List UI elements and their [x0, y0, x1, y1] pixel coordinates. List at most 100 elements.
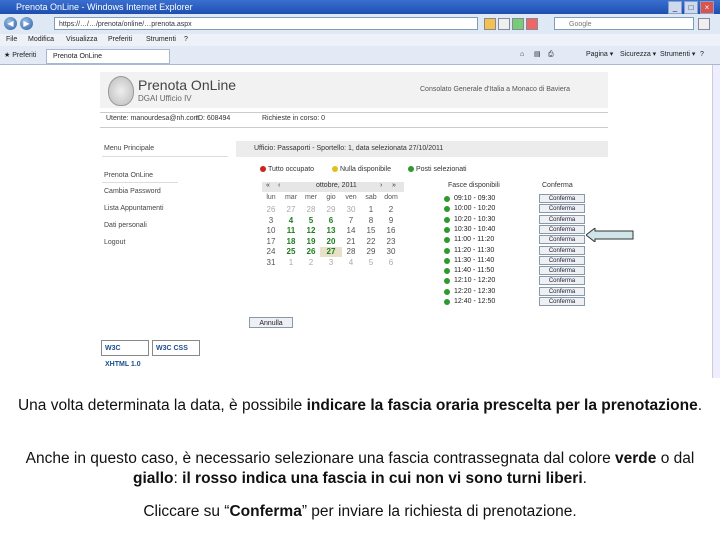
confirm-button[interactable]: Conferma — [539, 214, 585, 224]
sidebar-item-personal-data[interactable]: Dati personali — [104, 222, 147, 229]
slot-time: 12:10 - 12:20 — [454, 277, 496, 285]
cancel-button[interactable]: Annulla — [249, 317, 293, 328]
brand-subtitle: DGAI Ufficio IV — [138, 94, 192, 103]
confirm-button[interactable]: Conferma — [539, 255, 585, 265]
weekday-label: mar — [284, 194, 298, 201]
selection-info: Ufficio: Passaporti - Sportello: 1, data… — [254, 145, 444, 152]
sidebar-item-logout[interactable]: Logout — [104, 239, 125, 246]
slot-row: 09:10 - 09:30 Conferma — [442, 194, 588, 204]
w3c-xhtml-badge[interactable]: W3C XHTML 1.0 — [101, 340, 149, 368]
prev-icon[interactable]: ‹ — [278, 182, 280, 189]
lock-icon[interactable] — [484, 18, 496, 30]
confirm-button[interactable]: Conferma — [539, 194, 585, 203]
menu-edit[interactable]: Modifica — [28, 34, 54, 46]
calendar-day[interactable]: 6 — [320, 216, 342, 226]
forward-icon[interactable]: ▶ — [20, 17, 33, 30]
sidebar-item-appointments[interactable]: Lista Appuntamenti — [104, 205, 164, 212]
calendar-day[interactable]: 4 — [280, 216, 302, 226]
weekday-label: lun — [266, 194, 276, 201]
sidebar-item-password[interactable]: Cambia Password — [104, 188, 161, 195]
menu-view[interactable]: Visualizza — [66, 34, 97, 46]
calendar-day: 30 — [346, 205, 356, 214]
next-icon[interactable]: › — [380, 182, 382, 189]
next-month-icon[interactable]: » — [392, 182, 396, 189]
confirm-button[interactable]: Conferma — [539, 235, 585, 245]
brand-title: Prenota OnLine — [138, 77, 237, 93]
slot-row: 10:20 - 10:30 Conferma — [442, 214, 588, 225]
caption-paragraph-3: Cliccare su “Conferma” per inviare la ri… — [143, 503, 577, 520]
command-help[interactable]: ? — [700, 50, 704, 60]
confirm-button[interactable]: Conferma — [539, 266, 585, 276]
calendar-day[interactable]: 19 — [300, 237, 322, 247]
requests-count: Richieste in corso: 0 — [262, 115, 326, 122]
tab-bar: ★ Preferiti Prenota OnLine ⌂ ▤ ⎙ Pagina … — [0, 46, 720, 65]
confirm-button[interactable]: Conferma — [539, 245, 585, 255]
calendar-day[interactable]: 20 — [320, 237, 342, 247]
calendar-day[interactable]: 26 — [300, 247, 322, 257]
slot-row: 11:00 - 11:20 Conferma — [442, 235, 588, 245]
calendar-day: 5 — [368, 258, 374, 267]
vertical-scrollbar[interactable] — [712, 65, 720, 378]
home-icon[interactable]: ⌂ — [520, 50, 524, 60]
calendar-day[interactable]: 12 — [300, 226, 322, 236]
calendar-day: 28 — [346, 247, 356, 257]
weekday-label: mer — [304, 194, 318, 201]
minimize-icon[interactable]: _ — [668, 1, 682, 14]
favorites-button[interactable]: ★ Preferiti — [4, 49, 36, 62]
window-title: Prenota OnLine - Windows Internet Explor… — [16, 2, 193, 12]
slot-time: 09:10 - 09:30 — [454, 195, 496, 202]
calendar-day[interactable]: 13 — [320, 226, 342, 236]
menu-help[interactable]: ? — [184, 34, 188, 46]
confirm-button[interactable]: Conferma — [539, 224, 585, 234]
legend-item-selected: Posti selezionati — [408, 166, 467, 173]
address-input[interactable]: https://…/…/prenota/online/…prenota.aspx — [54, 17, 478, 30]
search-icon[interactable] — [698, 18, 710, 30]
refresh-icon[interactable] — [512, 18, 524, 30]
menu-favorites[interactable]: Preferiti — [108, 34, 132, 46]
calendar-day: 2 — [308, 258, 314, 267]
close-icon[interactable]: × — [700, 1, 714, 14]
green-dot-icon — [444, 288, 450, 295]
calendar-day[interactable]: 25 — [280, 247, 302, 257]
stop-icon[interactable] — [526, 18, 538, 30]
legend-item-none: Nulla disponibile — [332, 166, 391, 173]
confirm-button[interactable]: Conferma — [539, 297, 585, 306]
calendar-day: 1 — [368, 205, 374, 214]
slot-time: 12:40 - 12:50 — [454, 298, 496, 305]
command-tools[interactable]: Strumenti ▾ — [660, 50, 695, 60]
calendar-header: « ‹ ottobre, 2011 › » — [262, 182, 404, 192]
menu-tools[interactable]: Strumenti — [146, 34, 176, 46]
search-input[interactable]: Google — [554, 17, 694, 30]
command-safety[interactable]: Sicurezza ▾ — [620, 50, 656, 60]
green-dot-icon — [444, 237, 450, 244]
menu-file[interactable]: File — [6, 34, 17, 46]
confirm-button[interactable]: Conferma — [539, 286, 585, 296]
calendar-day[interactable]: 11 — [280, 226, 302, 236]
w3c-css-badge[interactable]: W3C CSS — [152, 340, 200, 356]
compatibility-icon[interactable] — [498, 18, 510, 30]
confirm-button[interactable]: Conferma — [539, 276, 585, 286]
calendar-day: 30 — [386, 247, 396, 257]
calendar-day: 23 — [386, 236, 396, 246]
calendar-day[interactable]: 18 — [280, 237, 302, 247]
calendar-day[interactable]: 27 — [320, 247, 342, 258]
command-page[interactable]: Pagina ▾ — [586, 50, 613, 60]
tab-prenota[interactable]: Prenota OnLine — [46, 49, 170, 64]
sidebar-item-prenota[interactable]: Prenota OnLine — [104, 172, 153, 179]
slot-row: 11:30 - 11:40 Conferma — [442, 255, 588, 266]
window-title-bar: Prenota OnLine - Windows Internet Explor… — [0, 0, 720, 14]
calendar-day: 28 — [306, 205, 316, 214]
slot-row: 11:20 - 11:30 Conferma — [442, 245, 588, 256]
slots-header: Fasce disponibili — [448, 182, 500, 189]
prev-month-icon[interactable]: « — [266, 182, 270, 189]
weekday-label: dom — [384, 194, 398, 201]
print-icon[interactable]: ⎙ — [548, 50, 554, 60]
divider — [100, 112, 608, 113]
feeds-icon[interactable]: ▤ — [534, 50, 541, 60]
calendar-day[interactable]: 5 — [300, 216, 322, 226]
back-icon[interactable]: ◀ — [4, 17, 17, 30]
calendar-day: 16 — [386, 226, 396, 236]
maximize-icon[interactable]: □ — [684, 1, 698, 14]
confirm-button[interactable]: Conferma — [539, 204, 585, 214]
slot-row: 10:30 - 10:40 Conferma — [442, 224, 588, 235]
